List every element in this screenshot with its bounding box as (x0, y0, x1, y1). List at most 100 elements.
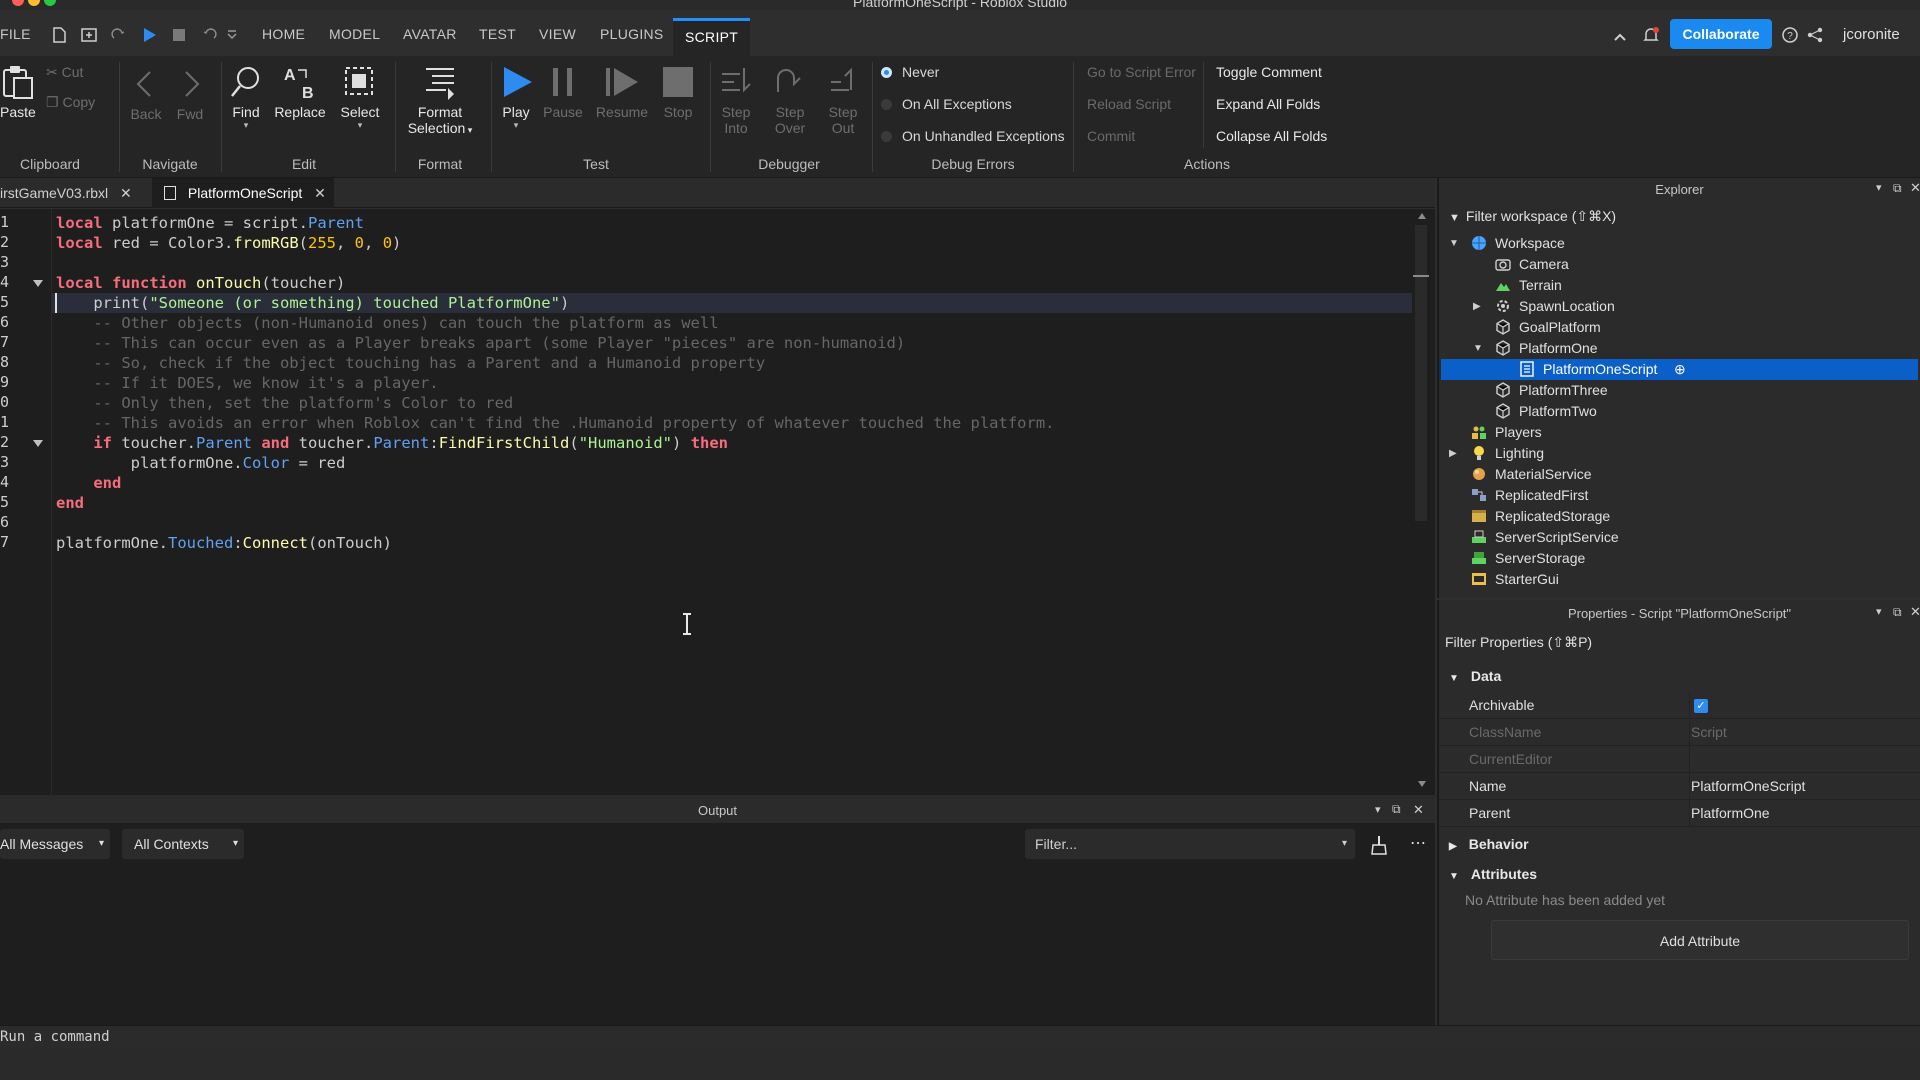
command-bar-input[interactable]: Run a command (0, 1029, 110, 1045)
tree-item-platformone[interactable]: ▼ PlatformOne (1439, 338, 1920, 359)
step-out-button[interactable]: Step Out (823, 64, 863, 136)
tab-place-file[interactable]: irstGameV03.rbxl ✕ (0, 178, 144, 208)
close-tab-icon[interactable]: ✕ (314, 185, 326, 201)
panel-menu-chevron-icon[interactable]: ▾ (1876, 181, 1882, 194)
property-value[interactable]: PlatformOne (1691, 800, 1770, 827)
scroll-thumb[interactable] (1415, 225, 1427, 521)
close-panel-icon[interactable]: ✕ (1910, 604, 1920, 620)
property-row-name[interactable]: Name PlatformOneScript (1439, 773, 1920, 800)
undock-icon[interactable]: ⧉ (1392, 802, 1401, 817)
tree-item-workspace[interactable]: ▼ Workspace (1439, 233, 1920, 254)
archivable-checkbox[interactable]: ✓ (1694, 699, 1708, 713)
select-button[interactable]: Select ▾ (334, 64, 386, 131)
step-over-button[interactable]: Step Over (770, 64, 810, 136)
debug-errors-unhandled-radio[interactable]: On Unhandled Exceptions (881, 128, 1065, 144)
menu-tab-avatar[interactable]: AVATAR (403, 26, 457, 42)
new-file-icon[interactable] (50, 26, 68, 44)
expand-arrow-icon[interactable]: ▼ (1449, 233, 1459, 254)
replace-button[interactable]: AB Replace (272, 64, 328, 120)
section-behavior[interactable]: ▶ Behavior (1439, 830, 1920, 858)
forward-button[interactable]: Fwd (172, 66, 208, 122)
username[interactable]: jcoronite (1843, 26, 1900, 43)
cut-button[interactable]: ✂ Cut (46, 64, 83, 81)
fold-toggle-icon[interactable] (33, 280, 43, 287)
add-attribute-button[interactable]: Add Attribute (1491, 920, 1909, 960)
menu-tab-script[interactable]: SCRIPT (673, 18, 751, 56)
menu-file[interactable]: FILE (0, 26, 31, 42)
fold-toggle-icon[interactable] (33, 440, 43, 447)
find-button[interactable]: Find ▾ (224, 64, 268, 131)
notifications-bell-icon[interactable] (1642, 26, 1660, 44)
tree-item-serverscriptservice[interactable]: ServerScriptService (1439, 527, 1920, 548)
close-panel-icon[interactable]: ✕ (1413, 802, 1424, 818)
paste-button[interactable]: Paste (0, 64, 36, 120)
help-icon[interactable]: ? (1781, 26, 1799, 44)
menu-tab-home[interactable]: HOME (262, 26, 305, 42)
find-dropdown-icon[interactable]: ▾ (224, 120, 268, 131)
menu-tab-test[interactable]: TEST (479, 26, 516, 42)
stop-quick-icon[interactable] (170, 26, 188, 44)
collapsed-arrow-icon[interactable]: ▶ (1473, 296, 1481, 317)
collapse-all-folds-button[interactable]: Collapse All Folds (1216, 128, 1327, 144)
tree-item-players[interactable]: Players (1439, 422, 1920, 443)
share-icon[interactable] (1806, 26, 1824, 44)
script-editor[interactable]: 1 2 3 4 5 6 7 8 9 0 1 2 3 4 5 6 7 local … (0, 209, 1435, 795)
debug-errors-never-radio[interactable]: Never (881, 64, 939, 80)
tree-item-terrain[interactable]: Terrain (1439, 275, 1920, 296)
resume-button[interactable]: Resume (594, 64, 650, 120)
menu-tab-plugins[interactable]: PLUGINS (600, 26, 664, 42)
add-child-icon[interactable]: ⊕ (1674, 359, 1686, 380)
play-dropdown-icon[interactable]: ▾ (496, 120, 536, 131)
menu-tab-view[interactable]: VIEW (539, 26, 576, 42)
output-filter-input[interactable]: Filter... ▾ (1025, 829, 1355, 859)
scroll-up-icon[interactable] (1418, 213, 1426, 219)
toggle-comment-button[interactable]: Toggle Comment (1216, 64, 1322, 80)
tree-item-replicatedfirst[interactable]: ReplicatedFirst (1439, 485, 1920, 506)
commit-button[interactable]: Commit (1087, 128, 1135, 144)
tree-item-replicatedstorage[interactable]: ReplicatedStorage (1439, 506, 1920, 527)
all-contexts-dropdown[interactable]: All Contexts ▾ (122, 829, 244, 859)
editor-scrollbar[interactable] (1413, 209, 1429, 795)
panel-menu-chevron-icon[interactable]: ▾ (1375, 803, 1381, 816)
tree-item-startergui[interactable]: StarterGui (1439, 569, 1920, 590)
tree-item-spawnlocation[interactable]: ▶ SpawnLocation (1439, 296, 1920, 317)
explorer-filter-input[interactable]: ▼ Filter workspace (⇧⌘X) (1439, 204, 1920, 228)
publish-icon[interactable] (80, 26, 98, 44)
tree-item-goalplatform[interactable]: GoalPlatform (1439, 317, 1920, 338)
collaborate-button[interactable]: Collaborate (1670, 19, 1772, 49)
menu-tab-model[interactable]: MODEL (329, 26, 380, 42)
undock-icon[interactable]: ⧉ (1893, 181, 1902, 196)
section-data[interactable]: ▼ Data (1439, 662, 1920, 690)
property-value[interactable]: PlatformOneScript (1691, 773, 1805, 800)
step-into-button[interactable]: Step Into (716, 64, 756, 136)
reload-script-button[interactable]: Reload Script (1087, 96, 1171, 112)
clear-output-broom-icon[interactable] (1370, 835, 1388, 855)
more-options-icon[interactable]: ⋯ (1410, 833, 1426, 853)
pause-button[interactable]: Pause (543, 64, 583, 120)
close-panel-icon[interactable]: ✕ (1910, 180, 1920, 196)
redo-icon[interactable] (110, 26, 128, 44)
tree-item-serverstorage[interactable]: ServerStorage (1439, 548, 1920, 569)
collapse-ribbon-icon[interactable] (1613, 28, 1627, 46)
undo-icon[interactable] (200, 26, 218, 44)
close-tab-icon[interactable]: ✕ (120, 185, 132, 201)
tree-item-camera[interactable]: Camera (1439, 254, 1920, 275)
tab-platformonescript[interactable]: PlatformOneScript ✕ (152, 178, 334, 208)
tree-item-materialservice[interactable]: MaterialService (1439, 464, 1920, 485)
expand-all-folds-button[interactable]: Expand All Folds (1216, 96, 1320, 112)
play-quick-icon[interactable] (140, 26, 158, 44)
tree-item-platformthree[interactable]: PlatformThree (1439, 380, 1920, 401)
tree-item-lighting[interactable]: ▶ Lighting (1439, 443, 1920, 464)
go-to-script-error-button[interactable]: Go to Script Error (1087, 64, 1196, 80)
expand-arrow-icon[interactable]: ▼ (1473, 338, 1483, 359)
back-button[interactable]: Back (128, 66, 164, 122)
tree-item-platformtwo[interactable]: PlatformTwo (1439, 401, 1920, 422)
panel-menu-chevron-icon[interactable]: ▾ (1876, 605, 1882, 618)
play-button[interactable]: Play ▾ (496, 64, 536, 131)
property-row-parent[interactable]: Parent PlatformOne (1439, 800, 1920, 827)
command-bar[interactable]: Run a command (0, 1025, 1920, 1049)
copy-button[interactable]: ❐ Copy (46, 94, 95, 111)
section-attributes[interactable]: ▼ Attributes (1439, 860, 1920, 888)
select-dropdown-icon[interactable]: ▾ (334, 120, 386, 131)
properties-filter-input[interactable]: Filter Properties (⇧⌘P) (1445, 630, 1592, 654)
